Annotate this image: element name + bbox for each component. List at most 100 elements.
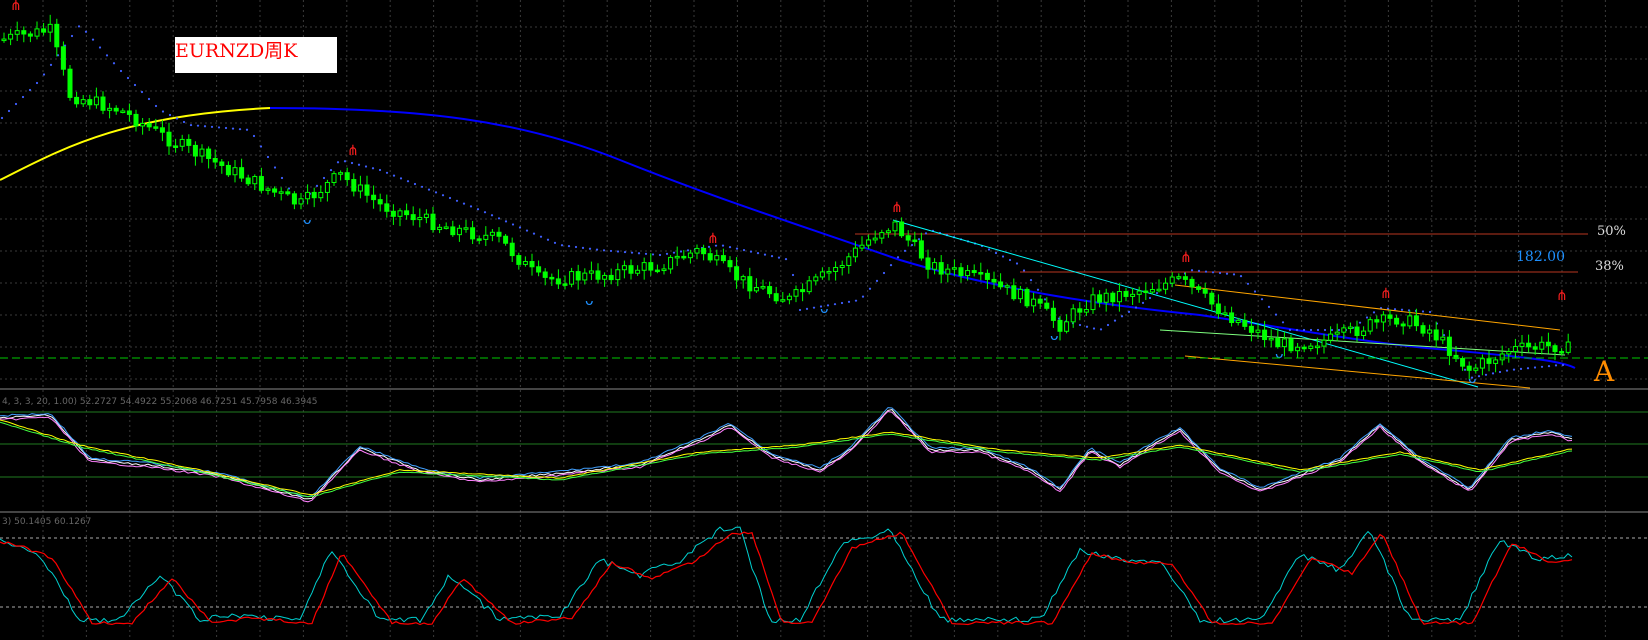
psar-dot: [448, 196, 452, 200]
candle-body: [1361, 330, 1367, 336]
psar-dot: [553, 241, 557, 244]
candle-body: [1262, 329, 1268, 341]
psar-dot: [658, 253, 662, 257]
fractal-up-marker: ⋔: [1180, 250, 1192, 266]
candle-body: [984, 272, 990, 280]
psar-dot: [1463, 368, 1467, 371]
candle-body: [1077, 308, 1083, 313]
candle-body: [694, 247, 700, 254]
psar-dot: [21, 95, 25, 99]
candle-body: [146, 123, 152, 128]
candle-body: [1341, 327, 1347, 333]
candle-body: [1182, 276, 1188, 280]
candle-body: [866, 239, 872, 246]
candle-body: [1222, 312, 1228, 315]
psar-dot: [1365, 316, 1369, 319]
candle-body: [60, 46, 66, 70]
candle-body: [54, 23, 60, 48]
psar-dot: [840, 301, 844, 305]
candle-body: [628, 265, 634, 274]
psar-dot: [196, 124, 200, 127]
candle-body: [1446, 336, 1452, 356]
candle-body: [562, 283, 568, 286]
psar-dot: [581, 246, 585, 249]
candle-body: [1499, 353, 1505, 361]
candle-body: [1539, 341, 1545, 350]
psar-dot: [343, 160, 347, 163]
candle-body: [879, 232, 885, 239]
psar-dot: [441, 194, 445, 197]
candle-body: [324, 181, 330, 193]
candle-body: [1149, 289, 1155, 293]
candle-body: [272, 188, 278, 193]
psar-dot: [1078, 323, 1082, 327]
fractal-down-marker: ᴗ: [820, 301, 829, 317]
candle-body: [1143, 290, 1149, 294]
psar-dot: [602, 249, 606, 252]
psar-dot: [364, 165, 368, 168]
candle-body: [819, 271, 825, 278]
psar-dot: [1197, 269, 1201, 272]
candle-body: [34, 28, 40, 37]
psar-dot: [259, 145, 263, 148]
candle-body: [166, 131, 172, 147]
psar-dot: [231, 127, 235, 130]
candle-body: [1347, 326, 1353, 330]
candle-body: [516, 255, 522, 265]
psar-dot: [1302, 328, 1306, 332]
psar-dot: [1120, 315, 1124, 318]
candle-body: [720, 255, 726, 262]
psar-dot: [637, 252, 641, 255]
psar-dot: [532, 232, 536, 235]
kdj-blue-line: [0, 407, 1573, 498]
psar-dot: [224, 126, 228, 130]
candle-body: [1097, 294, 1103, 303]
psar-dot: [420, 185, 424, 188]
candle-body: [258, 176, 264, 191]
candle-body: [608, 274, 614, 281]
psar-dot: [189, 123, 193, 127]
psar-dot: [175, 117, 179, 120]
candle-body: [21, 30, 27, 35]
psar-dot: [1106, 323, 1110, 327]
chart-canvas: ⋔ ⋔ ⋔ ⋔ ⋔ ⋔ ⋔ ᴗ ᴗ ᴗ ᴗ ᴗ ᴗ: [0, 0, 1648, 640]
psar-dot: [1330, 328, 1334, 332]
candle-body: [569, 271, 575, 285]
candle-body: [1354, 326, 1360, 336]
candle-body: [826, 270, 832, 274]
candle-body: [839, 264, 845, 269]
candle-body: [595, 270, 601, 280]
candle-body: [648, 262, 654, 271]
candle-body: [998, 281, 1004, 288]
cyan-trendline: [892, 219, 1479, 388]
candle-body: [1090, 294, 1096, 311]
psar-dot: [329, 169, 333, 172]
psar-dot: [1092, 327, 1096, 330]
psar-dot: [168, 113, 172, 117]
candle-body: [555, 278, 561, 285]
candle-body: [74, 96, 80, 105]
psar-dot: [1036, 288, 1040, 291]
candle-body: [1050, 307, 1056, 321]
psar-dot: [14, 102, 18, 106]
candle-body: [87, 99, 93, 106]
candle-body: [8, 33, 14, 40]
candle-body: [1512, 346, 1518, 353]
candle-body: [186, 138, 192, 146]
candle-body: [549, 276, 555, 280]
psar-dot: [560, 244, 564, 247]
psar-dot: [119, 69, 123, 73]
candle-body: [27, 33, 33, 37]
candle-body: [1017, 288, 1023, 300]
candle-body: [14, 30, 20, 35]
candle-body: [899, 221, 905, 237]
psar-dot: [1526, 367, 1530, 370]
candle-body: [582, 272, 588, 281]
candle-body: [1070, 308, 1076, 323]
fractal-up-marker: ⋔: [891, 200, 903, 216]
psar-dot: [644, 252, 648, 255]
psar-dot: [798, 308, 802, 312]
psar-dot: [868, 287, 872, 290]
candle-body: [443, 226, 449, 229]
candle-body: [701, 247, 707, 255]
